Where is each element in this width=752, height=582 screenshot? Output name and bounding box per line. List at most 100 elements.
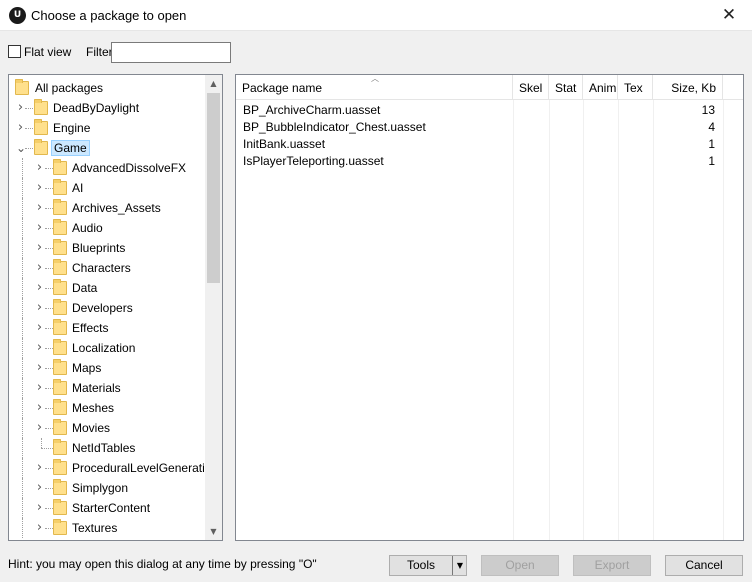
column-header-size-kb[interactable]: Size, Kb: [653, 75, 723, 100]
chevron-right-icon[interactable]: ›: [35, 461, 44, 474]
tree-item-startercontent[interactable]: › StarterContent: [9, 498, 205, 518]
tree-connector: [45, 268, 53, 269]
tree-connector: [25, 148, 33, 149]
folder-icon: [53, 359, 67, 375]
tree-item-audio[interactable]: › Audio: [9, 218, 205, 238]
chevron-right-icon[interactable]: ›: [16, 121, 25, 134]
package-tree[interactable]: All packages › DeadByDaylight › Engine ⌄ Game ›…: [8, 74, 223, 541]
column-header-skel[interactable]: Skel: [513, 75, 549, 100]
tree-item-simplygon[interactable]: › Simplygon: [9, 478, 205, 498]
column-header-anim[interactable]: Anim: [583, 75, 618, 100]
folder-icon: [53, 439, 67, 455]
tree-item-effects[interactable]: › Effects: [9, 318, 205, 338]
tree-connector: [25, 108, 33, 109]
column-divider: [653, 100, 654, 540]
column-header-package-name[interactable]: Package name: [236, 75, 513, 100]
chevron-right-icon[interactable]: ›: [35, 161, 44, 174]
tree-item-game[interactable]: ⌄ Game: [9, 138, 205, 158]
chevron-right-icon[interactable]: ›: [35, 501, 44, 514]
tree-item-blueprints[interactable]: › Blueprints: [9, 238, 205, 258]
tree-connector: [22, 258, 23, 278]
tree-connector: [22, 498, 23, 518]
tree-item-netidtables[interactable]: NetIdTables: [9, 438, 205, 458]
list-item[interactable]: BP_ArchiveCharm.uasset 13: [236, 101, 743, 118]
tree-connector: [45, 188, 53, 189]
chevron-right-icon[interactable]: ›: [35, 281, 44, 294]
tree-item-archives-assets[interactable]: › Archives_Assets: [9, 198, 205, 218]
tree-item-movies[interactable]: › Movies: [9, 418, 205, 438]
folder-icon: [53, 459, 67, 475]
tree-connector: [45, 348, 53, 349]
tree-connector: [45, 408, 53, 409]
chevron-right-icon[interactable]: ›: [35, 521, 44, 534]
tree-item-engine[interactable]: › Engine: [9, 118, 205, 138]
tree-item-data[interactable]: › Data: [9, 278, 205, 298]
tree-item-developers[interactable]: › Developers: [9, 298, 205, 318]
tree-item-label: Materials: [72, 381, 121, 395]
chevron-right-icon[interactable]: ›: [16, 101, 25, 114]
column-header-stat[interactable]: Stat: [549, 75, 583, 100]
folder-icon: [53, 419, 67, 435]
tree-item-label: Simplygon: [72, 481, 129, 495]
chevron-right-icon[interactable]: ›: [35, 401, 44, 414]
tree-item-deadbydaylight[interactable]: › DeadByDaylight: [9, 98, 205, 118]
chevron-right-icon[interactable]: ›: [35, 221, 44, 234]
chevron-right-icon[interactable]: ›: [35, 421, 44, 434]
cancel-button[interactable]: Cancel: [665, 555, 743, 576]
tree-connector: [45, 428, 53, 429]
tree-item-label: AI: [72, 181, 84, 195]
package-list[interactable]: ︿ Package name Skel Stat Anim Tex Size, Kb BP…: [235, 74, 744, 541]
tree-item-label: Engine: [53, 121, 91, 135]
chevron-right-icon[interactable]: ›: [35, 201, 44, 214]
chevron-right-icon[interactable]: ›: [35, 381, 44, 394]
chevron-right-icon[interactable]: ›: [35, 181, 44, 194]
open-button[interactable]: Open: [481, 555, 559, 576]
tree-scrollbar[interactable]: ▲ ▼: [205, 75, 222, 540]
folder-icon: [53, 299, 67, 315]
chevron-right-icon[interactable]: ›: [35, 321, 44, 334]
chevron-right-icon[interactable]: ›: [35, 341, 44, 354]
tree-item-meshes[interactable]: › Meshes: [9, 398, 205, 418]
list-item[interactable]: IsPlayerTeleporting.uasset 1: [236, 152, 743, 169]
tree-item-procedurallevelgeneration[interactable]: › ProceduralLevelGeneration: [9, 458, 218, 478]
tools-split-button[interactable]: Tools ▼: [389, 555, 467, 576]
chevron-down-icon[interactable]: ⌄: [16, 142, 26, 154]
tree-connector: [22, 458, 23, 478]
tree-connector: [22, 158, 23, 178]
tree-connector: [45, 368, 53, 369]
flat-view-checkbox[interactable]: [8, 45, 21, 58]
scroll-up-arrow-icon[interactable]: ▲: [205, 75, 222, 92]
tree-item-label: StarterContent: [72, 501, 151, 515]
dropdown-arrow-icon[interactable]: ▼: [453, 556, 467, 575]
tree-connector: [22, 378, 23, 398]
chevron-right-icon[interactable]: ›: [35, 481, 44, 494]
tree-connector: [22, 278, 23, 298]
column-divider: [583, 100, 584, 540]
chevron-right-icon[interactable]: ›: [35, 241, 44, 254]
close-button[interactable]: ✕: [714, 3, 744, 27]
scroll-down-arrow-icon[interactable]: ▼: [205, 523, 222, 540]
list-item[interactable]: BP_BubbleIndicator_Chest.uasset 4: [236, 118, 743, 135]
package-name-cell: BP_BubbleIndicator_Chest.uasset: [243, 120, 426, 134]
hint-text: Hint: you may open this dialog at any ti…: [8, 557, 317, 571]
window-title: Choose a package to open: [31, 8, 187, 23]
list-item[interactable]: InitBank.uasset 1: [236, 135, 743, 152]
tree-item-ai[interactable]: › AI: [9, 178, 205, 198]
column-header-tex[interactable]: Tex: [618, 75, 653, 100]
tree-item-maps[interactable]: › Maps: [9, 358, 205, 378]
chevron-right-icon[interactable]: ›: [35, 261, 44, 274]
tree-item-all-packages[interactable]: All packages: [9, 78, 205, 98]
tree-item-characters[interactable]: › Characters: [9, 258, 205, 278]
chevron-right-icon[interactable]: ›: [35, 301, 44, 314]
package-name-cell: BP_ArchiveCharm.uasset: [243, 103, 381, 117]
chevron-right-icon[interactable]: ›: [35, 361, 44, 374]
export-button[interactable]: Export: [573, 555, 651, 576]
filter-input[interactable]: [111, 42, 231, 63]
tree-connector: [45, 208, 53, 209]
unreal-logo-icon: U: [9, 7, 26, 24]
tree-item-localization[interactable]: › Localization: [9, 338, 205, 358]
tree-item-materials[interactable]: › Materials: [9, 378, 205, 398]
tree-item-advanceddissolvefx[interactable]: › AdvancedDissolveFX: [9, 158, 205, 178]
tree-item-textures[interactable]: › Textures: [9, 518, 205, 538]
scroll-thumb[interactable]: [207, 93, 220, 283]
